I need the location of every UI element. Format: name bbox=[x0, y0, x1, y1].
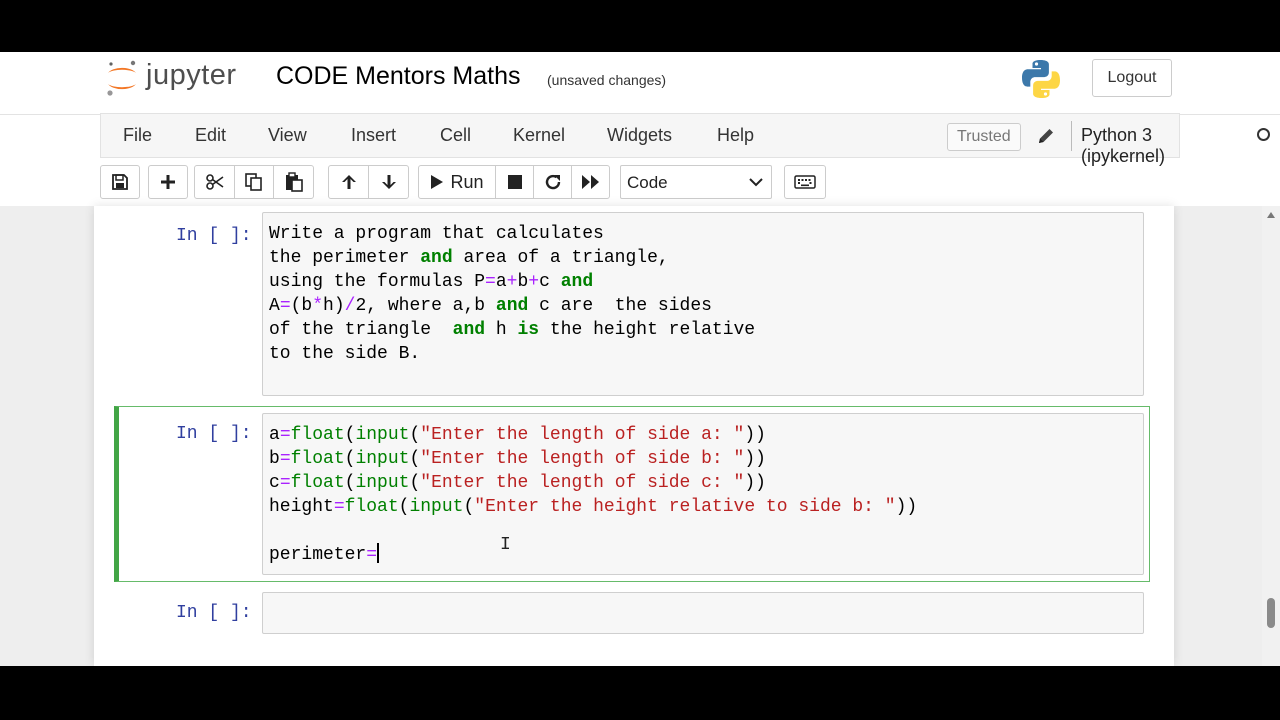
cell-type-select[interactable]: Code bbox=[620, 165, 772, 199]
paste-icon bbox=[285, 172, 303, 192]
code-cell-selected[interactable]: In [ ]: a=float(input("Enter the length … bbox=[114, 406, 1150, 582]
menubar: File Edit View Insert Cell Kernel Widget… bbox=[100, 113, 1270, 166]
save-icon bbox=[112, 174, 128, 190]
code-line: to the side B. bbox=[269, 344, 421, 364]
menu-widgets[interactable]: Widgets bbox=[607, 125, 672, 146]
menu-file[interactable]: File bbox=[123, 125, 152, 146]
code-cell[interactable]: In [ ]: bbox=[114, 590, 1150, 640]
jupyter-app: jupyter CODE Mentors Maths (unsaved chan… bbox=[0, 52, 1280, 666]
cell-input-area[interactable] bbox=[262, 592, 1144, 634]
cell-type-value: Code bbox=[627, 173, 668, 192]
trusted-indicator[interactable]: Trusted bbox=[947, 123, 1021, 151]
restart-icon bbox=[545, 174, 560, 190]
code-line: height=float(input("Enter the height rel… bbox=[269, 497, 918, 517]
code-line: Write a program that calculates bbox=[269, 224, 604, 244]
arrow-down-icon bbox=[381, 175, 396, 189]
input-prompt: In [ ]: bbox=[176, 424, 252, 444]
run-label: Run bbox=[450, 171, 484, 192]
jupyter-logo-icon[interactable] bbox=[104, 58, 140, 98]
kernel-idle-indicator-icon bbox=[1257, 128, 1270, 141]
menu-view[interactable]: View bbox=[268, 125, 307, 146]
move-up-button[interactable] bbox=[328, 165, 369, 199]
menu-insert[interactable]: Insert bbox=[351, 125, 396, 146]
vertical-scrollbar[interactable] bbox=[1262, 206, 1280, 666]
fast-forward-icon bbox=[581, 175, 599, 189]
run-button[interactable]: Run bbox=[418, 165, 496, 199]
python-logo-icon bbox=[1022, 60, 1060, 98]
cell-code[interactable]: Write a program that calculates the peri… bbox=[269, 222, 755, 366]
ibeam-cursor-icon: I bbox=[500, 535, 511, 555]
paste-button[interactable] bbox=[273, 165, 314, 199]
copy-icon bbox=[245, 173, 262, 191]
cut-button[interactable] bbox=[194, 165, 235, 199]
menu-help[interactable]: Help bbox=[717, 125, 754, 146]
save-button[interactable] bbox=[100, 165, 140, 199]
code-cell[interactable]: In [ ]: Write a program that calculates … bbox=[114, 210, 1150, 400]
chevron-down-icon bbox=[749, 178, 763, 187]
code-line: perimeter= bbox=[269, 543, 380, 565]
command-palette-button[interactable] bbox=[784, 165, 826, 199]
code-line: the perimeter and area of a triangle, bbox=[269, 248, 669, 268]
plus-icon bbox=[161, 175, 175, 189]
menu-cell[interactable]: Cell bbox=[440, 125, 471, 146]
code-line: of the triangle and h is the height rela… bbox=[269, 320, 756, 340]
scroll-thumb[interactable] bbox=[1267, 598, 1275, 628]
run-icon bbox=[431, 175, 444, 189]
arrow-up-icon bbox=[341, 175, 356, 189]
cell-code[interactable]: a=float(input("Enter the length of side … bbox=[269, 423, 917, 567]
menu-kernel[interactable]: Kernel bbox=[513, 125, 565, 146]
notebook-name[interactable]: CODE Mentors Maths bbox=[276, 62, 521, 91]
stop-icon bbox=[507, 175, 522, 189]
input-prompt: In [ ]: bbox=[176, 603, 252, 623]
code-line: b=float(input("Enter the length of side … bbox=[269, 449, 766, 469]
jupyter-logo-text[interactable]: jupyter bbox=[146, 59, 237, 92]
toolbar: Run Code bbox=[100, 158, 1180, 206]
cell-input-area[interactable]: Write a program that calculates the peri… bbox=[262, 212, 1144, 396]
header: jupyter CODE Mentors Maths (unsaved chan… bbox=[0, 52, 1280, 115]
restart-run-all-button[interactable] bbox=[571, 165, 610, 199]
code-line: a=float(input("Enter the length of side … bbox=[269, 425, 766, 445]
input-prompt: In [ ]: bbox=[176, 226, 252, 246]
notebook-area: In [ ]: Write a program that calculates … bbox=[0, 206, 1280, 666]
keyboard-icon bbox=[794, 175, 816, 189]
code-line: A=(b*h)/2, where a,b and c are the sides bbox=[269, 296, 712, 316]
logout-button[interactable]: Logout bbox=[1092, 59, 1172, 97]
scroll-up-arrow-icon[interactable] bbox=[1267, 212, 1275, 218]
code-line: c=float(input("Enter the length of side … bbox=[269, 473, 766, 493]
code-line: using the formulas P=a+b+c and bbox=[269, 272, 594, 292]
cell-input-area[interactable]: a=float(input("Enter the length of side … bbox=[262, 413, 1144, 575]
copy-button[interactable] bbox=[234, 165, 274, 199]
text-cursor bbox=[377, 543, 380, 563]
kernel-separator bbox=[1071, 121, 1072, 151]
notebook-page: In [ ]: Write a program that calculates … bbox=[94, 206, 1174, 666]
insert-cell-button[interactable] bbox=[148, 165, 188, 199]
pencil-icon[interactable] bbox=[1036, 126, 1056, 146]
move-down-button[interactable] bbox=[368, 165, 409, 199]
menu-edit[interactable]: Edit bbox=[195, 125, 226, 146]
save-status: (unsaved changes) bbox=[547, 72, 667, 88]
restart-kernel-button[interactable] bbox=[533, 165, 572, 199]
cut-icon bbox=[205, 174, 223, 190]
interrupt-button[interactable] bbox=[495, 165, 534, 199]
